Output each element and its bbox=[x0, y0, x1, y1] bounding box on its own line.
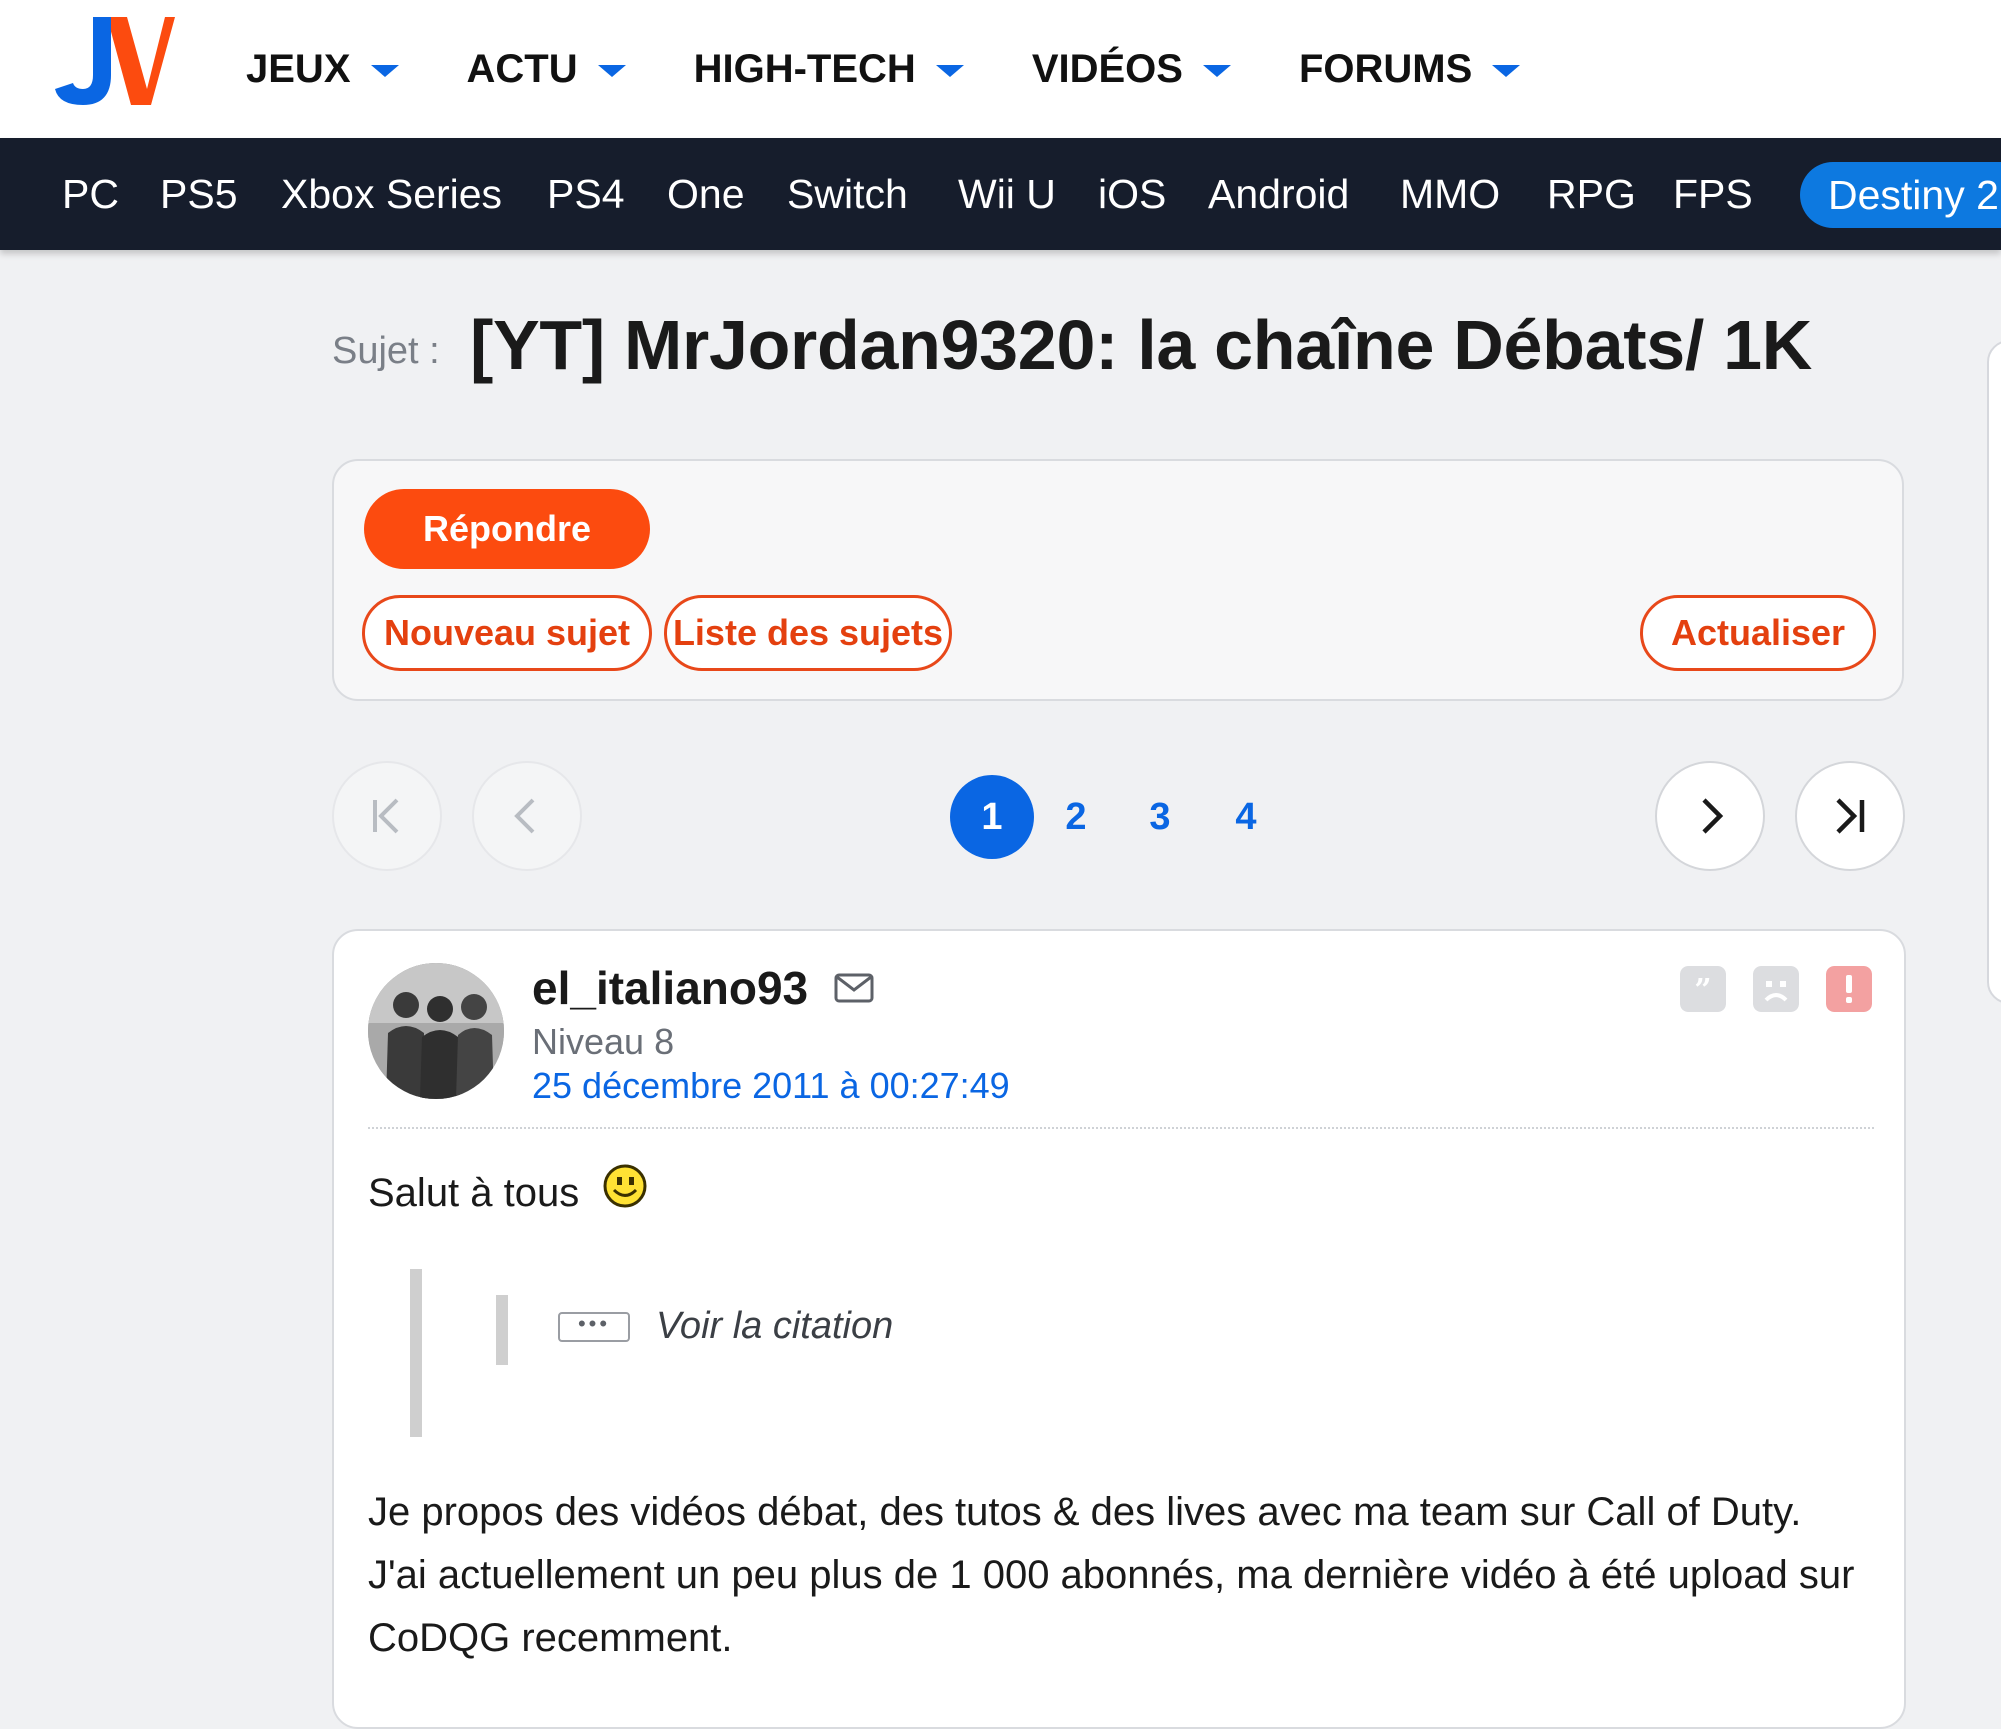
topic-list-button[interactable]: Liste des sujets bbox=[664, 595, 952, 671]
nav-videos-label: VIDÉOS bbox=[1031, 46, 1183, 91]
author-name[interactable]: el_italiano93 bbox=[532, 961, 808, 1015]
post-card: el_italiano93 Niveau 8 25 décembre 2011 … bbox=[332, 929, 1906, 1729]
platform-ps4[interactable]: PS4 bbox=[547, 138, 625, 250]
first-page-button bbox=[332, 761, 442, 871]
platform-rpg[interactable]: RPG bbox=[1547, 138, 1636, 250]
page-2[interactable]: 2 bbox=[1034, 775, 1118, 859]
quote-icon[interactable]: ” bbox=[1680, 966, 1726, 1012]
platform-wii-u[interactable]: Wii U bbox=[958, 138, 1056, 250]
svg-text:”: ” bbox=[1694, 973, 1711, 1008]
caret-down-icon bbox=[370, 65, 399, 77]
expand-quote-icon[interactable]: ••• bbox=[558, 1312, 630, 1342]
first-page-icon bbox=[373, 798, 399, 834]
platform-pc[interactable]: PC bbox=[62, 138, 119, 250]
caret-down-icon bbox=[1492, 65, 1521, 77]
platform-one[interactable]: One bbox=[667, 138, 745, 250]
platform-android[interactable]: Android bbox=[1208, 138, 1349, 250]
nav-actu[interactable]: ACTU bbox=[467, 47, 626, 92]
avatar[interactable] bbox=[368, 963, 504, 1099]
prev-page-icon bbox=[514, 798, 535, 834]
caret-down-icon bbox=[1202, 65, 1231, 77]
topic-title: [YT] MrJordan9320: la chaîne Débats/ 1K bbox=[470, 306, 1813, 384]
smiley-icon bbox=[603, 1164, 647, 1208]
quote-bar-outer bbox=[410, 1269, 422, 1437]
avatar-image bbox=[368, 963, 504, 1099]
platform-ps5[interactable]: PS5 bbox=[160, 138, 238, 250]
next-page-icon bbox=[1702, 798, 1724, 834]
post-greeting: Salut à tous bbox=[368, 1171, 579, 1216]
caret-down-icon bbox=[597, 65, 626, 77]
report-icon[interactable] bbox=[1826, 966, 1872, 1012]
nav-high-tech-label: HIGH-TECH bbox=[693, 46, 916, 91]
next-page-button[interactable] bbox=[1655, 761, 1765, 871]
nav-videos[interactable]: VIDÉOS bbox=[1032, 47, 1231, 92]
page-1[interactable]: 1 bbox=[950, 775, 1034, 859]
main-nav: JEUX ACTU HIGH-TECH VIDÉOS FORUMS bbox=[246, 0, 1588, 138]
page-3[interactable]: 3 bbox=[1118, 775, 1202, 859]
platform-highlight-destiny[interactable]: Destiny 2 bbox=[1800, 162, 2001, 228]
platform-xbox-series[interactable]: Xbox Series bbox=[281, 138, 502, 250]
mail-icon[interactable] bbox=[834, 973, 874, 1003]
platform-fps[interactable]: FPS bbox=[1673, 138, 1753, 250]
nav-jeux[interactable]: JEUX bbox=[246, 47, 399, 92]
greeting-text: Salut à tous bbox=[368, 1171, 580, 1215]
author-level: Niveau 8 bbox=[532, 1021, 675, 1062]
platform-bar: PC PS5 Xbox Series PS4 One Switch Wii U … bbox=[0, 138, 2001, 250]
platform-switch[interactable]: Switch bbox=[787, 138, 908, 250]
quote-bar-inner bbox=[496, 1295, 508, 1365]
nav-jeux-label: JEUX bbox=[246, 46, 351, 91]
nav-forums-label: FORUMS bbox=[1298, 46, 1473, 91]
page-4[interactable]: 4 bbox=[1204, 775, 1288, 859]
nav-high-tech[interactable]: HIGH-TECH bbox=[694, 47, 964, 92]
show-quote-link[interactable]: Voir la citation bbox=[656, 1305, 893, 1348]
prev-page-button bbox=[472, 761, 582, 871]
last-page-icon bbox=[1836, 798, 1865, 834]
reply-button[interactable]: Répondre bbox=[364, 489, 650, 569]
nav-forums[interactable]: FORUMS bbox=[1298, 46, 1521, 92]
post-body: Je propos des vidéos débat, des tutos & … bbox=[368, 1490, 1855, 1660]
caret-down-icon bbox=[935, 65, 964, 77]
side-panel-edge bbox=[1987, 340, 2001, 1004]
last-page-button[interactable] bbox=[1795, 761, 1905, 871]
top-header: JEUX ACTU HIGH-TECH VIDÉOS FORUMS bbox=[0, 0, 2001, 138]
post-header-divider bbox=[368, 1127, 1874, 1129]
refresh-button[interactable]: Actualiser bbox=[1640, 595, 1876, 671]
new-topic-button[interactable]: Nouveau sujet bbox=[362, 595, 652, 671]
sad-face-icon[interactable] bbox=[1753, 966, 1799, 1012]
jv-logo[interactable] bbox=[55, 17, 175, 107]
platform-mmo[interactable]: MMO bbox=[1400, 138, 1500, 250]
post-date[interactable]: 25 décembre 2011 à 00:27:49 bbox=[532, 1065, 1010, 1107]
subject-prefix: Sujet : bbox=[332, 330, 440, 372]
nav-actu-label: ACTU bbox=[466, 46, 578, 91]
platform-ios[interactable]: iOS bbox=[1098, 138, 1166, 250]
action-panel: Répondre Nouveau sujet Liste des sujets … bbox=[332, 459, 1904, 701]
